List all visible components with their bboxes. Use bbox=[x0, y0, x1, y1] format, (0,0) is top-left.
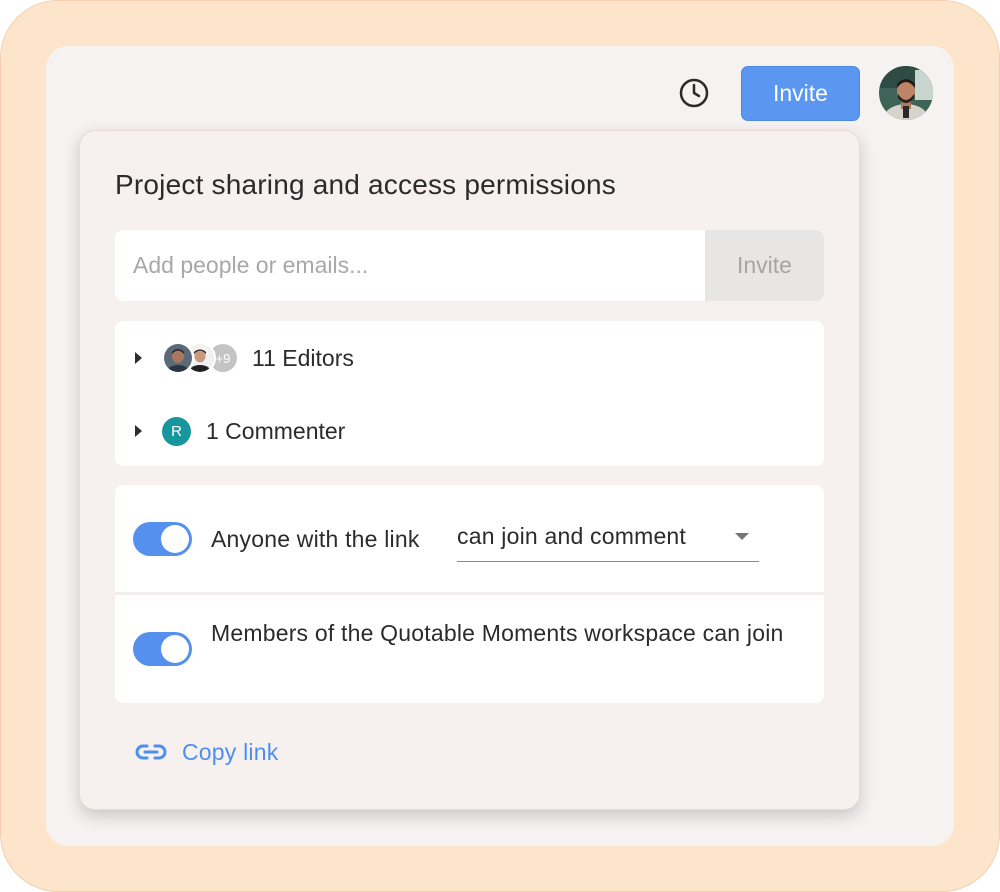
invite-email-input[interactable] bbox=[115, 230, 705, 301]
caret-right-icon bbox=[135, 425, 142, 437]
workspace-access-text: Members of the Quotable Moments workspac… bbox=[211, 620, 784, 646]
clock-icon bbox=[679, 78, 709, 108]
editors-label: 11 Editors bbox=[252, 344, 354, 371]
user-avatar[interactable] bbox=[879, 66, 933, 120]
link-settings-card: Anyone with the link can join and commen… bbox=[115, 485, 824, 703]
caret-right-icon bbox=[135, 352, 142, 364]
link-permission-value: can join and comment bbox=[457, 523, 687, 549]
members-card: +9 11 Editors R 1 Commenter bbox=[115, 321, 824, 466]
invite-row: Invite bbox=[115, 230, 824, 301]
link-access-text: Anyone with the link bbox=[211, 526, 420, 552]
chevron-down-icon bbox=[735, 533, 749, 540]
editor-avatar bbox=[162, 342, 194, 374]
workspace-access-toggle[interactable] bbox=[133, 632, 192, 666]
toggle-knob bbox=[161, 525, 189, 553]
share-panel: Project sharing and access permissions I… bbox=[79, 130, 860, 810]
invite-submit-button[interactable]: Invite bbox=[705, 230, 824, 301]
avatar-image bbox=[879, 66, 933, 120]
commenters-label: 1 Commenter bbox=[206, 417, 346, 444]
editor-avatars: +9 bbox=[162, 342, 242, 374]
commenter-avatar: R bbox=[162, 416, 191, 446]
link-permission-dropdown[interactable]: can join and comment bbox=[457, 517, 759, 562]
toggle-knob bbox=[161, 635, 189, 663]
panel-title: Project sharing and access permissions bbox=[115, 169, 616, 200]
commenters-row[interactable]: R 1 Commenter bbox=[115, 407, 824, 455]
editors-row[interactable]: +9 11 Editors bbox=[115, 334, 824, 382]
header-invite-button[interactable]: Invite bbox=[741, 66, 860, 121]
history-button[interactable] bbox=[678, 77, 710, 109]
divider bbox=[115, 592, 824, 595]
link-icon bbox=[135, 744, 167, 760]
copy-link-label: Copy link bbox=[182, 738, 279, 765]
link-access-toggle[interactable] bbox=[133, 522, 192, 556]
copy-link-button[interactable]: Copy link bbox=[134, 735, 278, 769]
